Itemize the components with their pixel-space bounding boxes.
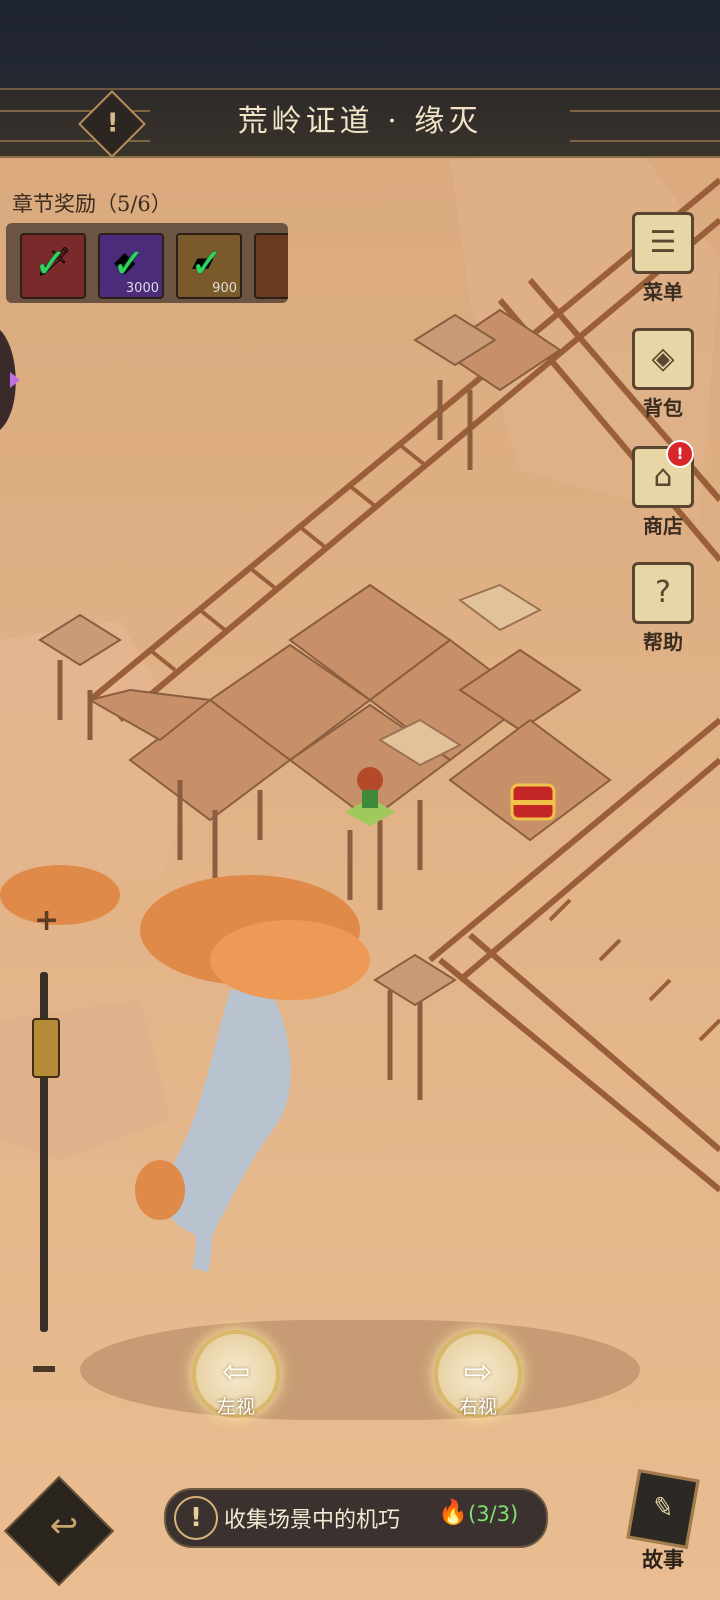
arrow-left-icon: ⇦ [221, 1352, 251, 1392]
bag-label: 背包 [643, 396, 683, 420]
rotate-right-button[interactable]: ⇨ 右视 [434, 1330, 522, 1418]
reward-qty: 900 [212, 281, 237, 296]
rotate-left-button[interactable]: ⇦ 左视 [192, 1330, 280, 1418]
help-label: 帮助 [643, 630, 683, 654]
reward-slot[interactable]: 🗡 ✓ [20, 233, 86, 299]
notification-badge: ! [666, 440, 694, 468]
rotate-right-label: 右视 [458, 1396, 497, 1418]
help-scroll-icon: ? [632, 562, 694, 624]
check-icon: ✓ [34, 241, 68, 287]
shop-button[interactable]: ⌂ ! 商店 [624, 440, 702, 546]
reward-slot[interactable]: ▰ ✓ 900 [176, 233, 242, 299]
zoom-slider-handle[interactable] [32, 1018, 60, 1078]
exclamation-icon: ! [174, 1496, 218, 1540]
menu-button[interactable]: ☰ 菜单 [624, 212, 702, 312]
scroll-icon: ☰ [632, 212, 694, 274]
chapter-rewards-label: 章节奖励（5/6） [12, 192, 172, 216]
rotate-left-label: 左视 [216, 1396, 255, 1418]
level-title: 荒岭证道 · 缘灭 [237, 104, 483, 139]
reward-slot[interactable]: ◆ ✓ 3000 [98, 233, 164, 299]
menu-label: 菜单 [643, 280, 683, 304]
story-book-icon: ✎ [626, 1469, 700, 1549]
quest-progress: (3/3) [468, 1502, 519, 1526]
reward-slot-partial[interactable] [254, 233, 288, 299]
zoom-out-button[interactable] [33, 1366, 55, 1372]
back-arrow-icon: ↩ [49, 1506, 79, 1547]
quest-tracker[interactable]: ! 收集场景中的机巧 🔥 (3/3) [164, 1488, 548, 1548]
arrow-right-icon: ⇨ [463, 1352, 493, 1392]
bag-button[interactable]: ◈ 背包 [624, 328, 702, 428]
shop-label: 商店 [643, 514, 683, 538]
side-drawer-tab[interactable] [0, 330, 30, 430]
story-button[interactable]: ✎ 故事 [626, 1469, 700, 1584]
chapter-rewards-panel[interactable]: 🗡 ✓ ◆ ✓ 3000 ▰ ✓ 900 [6, 223, 288, 303]
reward-qty: 3000 [125, 281, 159, 296]
zoom-in-button[interactable]: + [34, 903, 59, 938]
bag-icon: ◈ [632, 328, 694, 390]
flame-icon: 🔥 [438, 1498, 468, 1526]
view-control-arc [80, 1320, 640, 1420]
quest-text: 收集场景中的机巧 [224, 1508, 401, 1533]
help-button[interactable]: ? 帮助 [624, 562, 702, 662]
treasure-chest [510, 783, 556, 821]
